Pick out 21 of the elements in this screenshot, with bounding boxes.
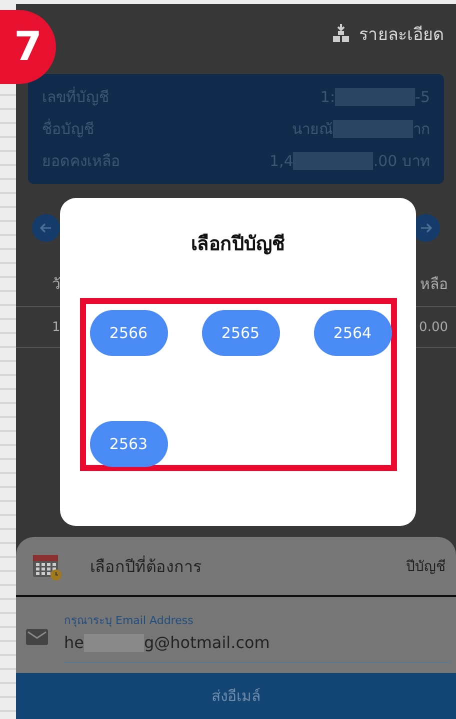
year-option[interactable]: 2565: [202, 310, 280, 356]
left-arrow-icon: [39, 221, 53, 235]
mail-icon: [26, 629, 48, 645]
table-cell: 0.00: [419, 320, 448, 334]
column-header: หลือ: [420, 274, 448, 295]
send-email-button[interactable]: ส่งอีเมล์: [16, 673, 456, 719]
email-field[interactable]: กรุณาระบุ Email Address he g@hotmail.com: [64, 611, 450, 663]
dialog-title: เลือกปีบัญชี: [191, 232, 285, 257]
email-field-label: กรุณาระบุ Email Address: [64, 613, 194, 629]
year-select-value[interactable]: ปีบัญชี: [406, 555, 446, 577]
detail-link[interactable]: รายละเอียด: [359, 20, 444, 46]
column-header: วั: [52, 274, 60, 295]
email-value-end: g@hotmail.com: [144, 633, 270, 652]
right-arrow-icon: [419, 221, 433, 235]
year-option[interactable]: 2563: [90, 421, 168, 467]
year-option[interactable]: 2564: [314, 310, 392, 356]
email-value-start: he: [64, 633, 84, 652]
table-cell: 1: [52, 320, 60, 334]
year-select-label[interactable]: เลือกปีที่ต้องการ: [90, 554, 406, 578]
year-option[interactable]: 2566: [90, 310, 168, 356]
coins-icon: [333, 24, 349, 42]
